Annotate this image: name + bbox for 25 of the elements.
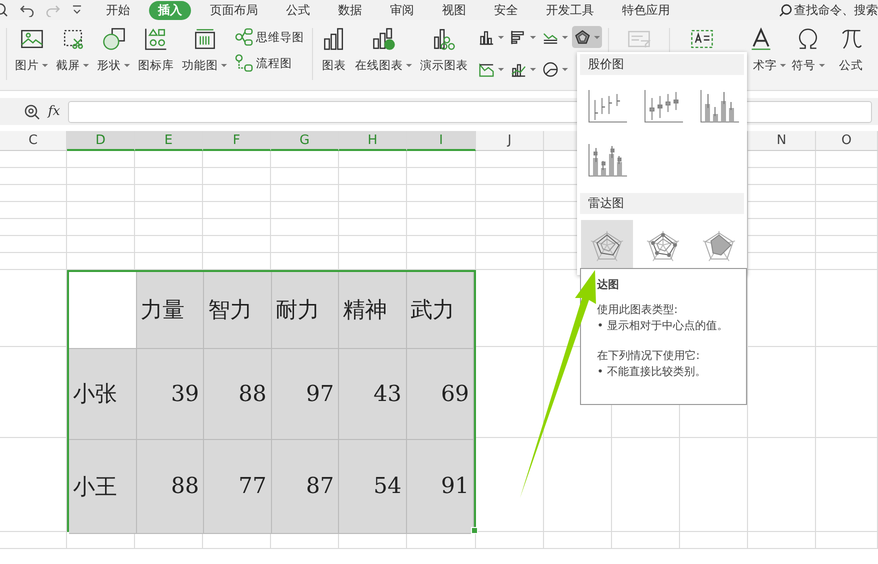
- table-cell: 54: [339, 440, 406, 534]
- table-cell: 小张: [69, 349, 136, 440]
- tooltip-title: 达图: [597, 277, 620, 292]
- table-cell: 69: [406, 349, 474, 440]
- table-cell: 39: [136, 349, 204, 440]
- table-cell: 97: [272, 349, 339, 440]
- table-cell: 91: [406, 440, 474, 534]
- tooltip-text: 在下列情况下使用它:: [597, 348, 701, 364]
- table-cell: 精神: [339, 272, 406, 349]
- tooltip-text: • 显示相对于中心点的值。: [597, 318, 729, 334]
- search-placeholder: 查找命令、搜索: [794, 2, 878, 18]
- table-cell: 力量: [136, 272, 204, 349]
- table-cell: 88: [204, 349, 272, 440]
- table-cell: 小王: [69, 440, 136, 534]
- section-title: 股价图: [580, 54, 744, 75]
- table-cell: 87: [272, 440, 339, 534]
- table-cell: 武力: [406, 272, 474, 349]
- table-cell: 耐力: [272, 272, 339, 349]
- section-title: 雷达图: [580, 193, 744, 214]
- table-cell: 77: [204, 440, 272, 534]
- table-cell: 43: [339, 349, 406, 440]
- tooltip-text: • 不能直接比较类别。: [597, 364, 707, 380]
- table-cell: 智力: [204, 272, 272, 349]
- table-cell: 88: [136, 440, 204, 534]
- tooltip-text: 使用此图表类型:: [597, 302, 679, 318]
